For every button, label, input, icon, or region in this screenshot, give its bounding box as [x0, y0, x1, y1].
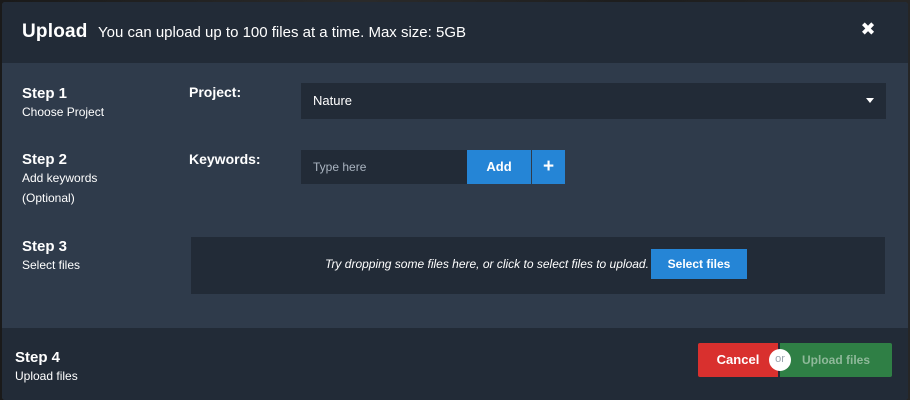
step-3-title: Step 3 — [22, 238, 68, 255]
project-select[interactable]: Nature — [301, 83, 886, 119]
keywords-input[interactable] — [301, 150, 467, 184]
project-selected-value: Nature — [313, 93, 353, 108]
step-1-title: Step 1 — [22, 85, 68, 102]
modal-title: Upload — [22, 21, 88, 42]
modal-subtitle: You can upload up to 100 files at a time… — [98, 24, 466, 41]
upload-files-button[interactable]: Upload files — [780, 343, 892, 377]
add-keyword-button[interactable]: Add — [467, 150, 531, 184]
step-2-subtitle: Add keywords — [22, 171, 98, 185]
or-divider: or — [769, 349, 791, 371]
caret-down-icon — [866, 98, 874, 103]
modal-header: Upload You can upload up to 100 files at… — [2, 2, 908, 63]
cancel-button[interactable]: Cancel — [698, 343, 778, 377]
file-dropzone[interactable]: Try dropping some files here, or click t… — [191, 237, 885, 294]
step-2-optional-note: (Optional) — [22, 191, 75, 205]
step-4-subtitle: Upload files — [15, 369, 78, 383]
step-1-subtitle: Choose Project — [22, 105, 105, 119]
plus-icon[interactable]: + — [532, 150, 565, 184]
step-3-subtitle: Select files — [22, 258, 81, 272]
step-4-title: Step 4 — [15, 349, 61, 366]
upload-modal: Upload You can upload up to 100 files at… — [2, 2, 908, 400]
close-icon[interactable]: ✖ — [858, 19, 878, 39]
project-label: Project: — [189, 84, 242, 100]
select-files-button[interactable]: Select files — [651, 249, 747, 279]
dropzone-hint: Try dropping some files here, or click t… — [325, 257, 649, 271]
step-2-title: Step 2 — [22, 151, 68, 168]
keywords-label: Keywords: — [189, 151, 261, 167]
